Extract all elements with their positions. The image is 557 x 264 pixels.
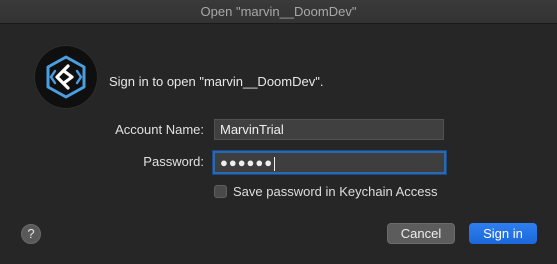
help-button[interactable]: ?	[21, 224, 41, 244]
sign-in-message: Sign in to open "marvin__DoomDev".	[109, 74, 324, 89]
window-titlebar[interactable]: Open "marvin__DoomDev"	[0, 0, 557, 24]
save-password-checkbox[interactable]	[214, 185, 227, 199]
filemaker-logo-icon	[46, 55, 86, 99]
account-name-field[interactable]: MarvinTrial	[214, 119, 444, 140]
window-title: Open "marvin__DoomDev"	[200, 4, 357, 19]
save-password-row[interactable]: Save password in Keychain Access	[214, 183, 438, 199]
cancel-button[interactable]: Cancel	[387, 223, 455, 244]
filemaker-app-icon	[34, 45, 98, 109]
text-cursor	[274, 156, 276, 171]
password-label: Password:	[143, 154, 204, 169]
password-value: ●●●●●●	[220, 155, 274, 170]
save-password-label: Save password in Keychain Access	[233, 184, 438, 200]
sign-in-button[interactable]: Sign in	[469, 223, 537, 244]
password-field[interactable]: ●●●●●●	[213, 151, 446, 174]
question-mark-icon: ?	[27, 226, 35, 241]
account-name-value: MarvinTrial	[220, 122, 284, 137]
account-name-label: Account Name:	[115, 122, 204, 137]
